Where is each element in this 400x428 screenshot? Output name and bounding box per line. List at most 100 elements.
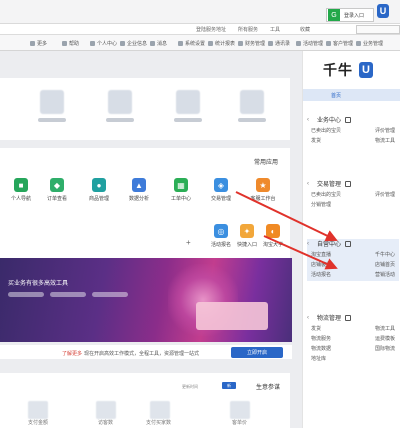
stat-tile[interactable] [240, 90, 264, 114]
sidebar-link[interactable]: 已卖出的宝贝 [311, 127, 353, 134]
apps-panel: 常用应用 ■ 个人导航 ◆ 订单查看 ● 商品管理 ▲ 数据分析 ▦ 工单中心 … [0, 148, 290, 261]
app-personal-nav[interactable]: ■ 个人导航 [2, 178, 40, 202]
login-entry[interactable]: G 登录入口 [326, 8, 374, 22]
sidebar-link[interactable] [353, 355, 395, 362]
sidebar-section-self-operated: ‹ 自营中心 淘宝直播 千牛中心 店铺装修 店铺首页 活动报名 营销活动 [307, 239, 399, 281]
business-panel: 更新时间 新 生意参谋 支付金额 访客数 支付买家数 客单价 [0, 373, 290, 428]
sidebar-link[interactable]: 国际物流 [353, 345, 395, 352]
metric-tile[interactable] [28, 401, 48, 419]
sidebar-section-trade: ‹ 交易管理 已卖出的宝贝 评价管理 分销管理 [307, 179, 399, 208]
stat-tile[interactable] [108, 90, 132, 114]
bookmark-item[interactable]: 通讯录 [268, 40, 290, 47]
sidebar-link[interactable]: 运费模板 [353, 335, 395, 342]
business-panel-title: 生意参谋 [256, 385, 281, 391]
sidebar-link[interactable]: 物流数据 [311, 345, 353, 352]
sidebar-link[interactable]: 物流工具 [353, 137, 395, 144]
bookmark-item[interactable]: 系统设置 [178, 40, 205, 47]
app-label: 个人导航 [10, 196, 31, 202]
bookmark-icon [30, 41, 35, 46]
sidebar-link[interactable]: 淘宝直播 [311, 251, 353, 258]
bookmark-icon [208, 41, 213, 46]
sidebar-link[interactable]: 物流工具 [353, 325, 395, 332]
sidebar-section-header[interactable]: ‹ 业务中心 [307, 115, 399, 124]
toolbar-item-tools[interactable]: 工具 [270, 26, 280, 33]
app-label: 工单中心 [170, 196, 191, 202]
bookmark-item[interactable]: 财务管理 [238, 40, 265, 47]
sidebar-link[interactable]: 店铺装修 [311, 261, 353, 268]
app-goods-manage[interactable]: ● 商品管理 [80, 178, 118, 202]
metric-label: 支付金额 [28, 420, 49, 426]
banner-card [196, 302, 268, 330]
sidebar-section-header[interactable]: ‹ 物流管理 [307, 313, 399, 322]
chevron-icon: ‹ [307, 240, 309, 247]
promo-banner[interactable]: 买业务有很多高效工具 [0, 258, 292, 342]
stat-tile[interactable] [176, 90, 200, 114]
sidebar-link[interactable]: 店铺首页 [353, 261, 395, 268]
sidebar-link[interactable]: 评价管理 [353, 127, 395, 134]
new-badge: 新 [222, 382, 236, 389]
stat-tile[interactable] [40, 90, 64, 114]
qianniu-corner-logo[interactable]: U [377, 4, 389, 18]
metric-label: 访客数 [98, 420, 114, 426]
app-service-desk[interactable]: ★ 客服工作台 [244, 178, 282, 202]
bookmark-item[interactable]: 客户管理 [326, 40, 353, 47]
metric-tile[interactable] [150, 401, 170, 419]
sidebar-link[interactable]: 发货 [311, 325, 353, 332]
bookmark-item[interactable]: 业务管理 [356, 40, 383, 47]
sidebar-link[interactable]: 评价管理 [353, 191, 395, 198]
sidebar-section-logistics: ‹ 物流管理 发货 物流工具 物流服务 运费模板 物流数据 国际物流 地址库 [307, 313, 399, 362]
logo-text: 千牛 [323, 62, 353, 78]
bookmark-item[interactable]: 个人中心 [90, 40, 117, 47]
bookmark-item[interactable]: 帮助 [62, 40, 79, 47]
main-content: 常用应用 ■ 个人导航 ◆ 订单查看 ● 商品管理 ▲ 数据分析 ▦ 工单中心 … [0, 51, 300, 428]
bookmark-item[interactable]: 统计报表 [208, 40, 235, 47]
app-taobao-university[interactable]: ◐ 淘宝大学 [254, 224, 292, 248]
sidebar-link[interactable]: 物流服务 [311, 335, 353, 342]
chevron-icon: ‹ [307, 314, 309, 321]
bookmark-icon [120, 41, 125, 46]
bookmark-item[interactable]: 消息 [150, 40, 167, 47]
app-trade-manage[interactable]: ◈ 交易管理 [202, 178, 240, 202]
learn-more-link[interactable]: 了解更多 [62, 350, 82, 357]
add-app-icon[interactable]: + [186, 238, 191, 247]
chevron-icon: ‹ [307, 180, 309, 187]
address-input[interactable] [356, 25, 400, 34]
app-icon: ▲ [132, 178, 146, 192]
toolbar-item-login-url[interactable]: 登陆服务地址 [196, 26, 226, 33]
toolbar-item-favorites[interactable]: 收藏 [300, 26, 310, 33]
sidebar-link[interactable]: 营销活动 [353, 271, 395, 278]
bookmark-item[interactable]: 更多 [30, 40, 47, 47]
stat-label [38, 118, 66, 122]
stats-panel [0, 78, 290, 140]
sidebar-section-header[interactable]: ‹ 交易管理 [307, 179, 399, 188]
metric-tile[interactable] [96, 401, 116, 419]
sidebar-link[interactable]: 已卖出的宝贝 [311, 191, 353, 198]
section-icon [345, 314, 352, 321]
open-now-button[interactable]: 立即开启 [231, 347, 283, 358]
app-label: 客服工作台 [250, 196, 276, 202]
bookmark-icon [62, 41, 67, 46]
app-ticket-center[interactable]: ▦ 工单中心 [162, 178, 200, 202]
sidebar-link[interactable]: 地址库 [311, 355, 353, 362]
app-icon: ■ [14, 178, 28, 192]
bookmark-icon [90, 41, 95, 46]
chevron-icon: ‹ [307, 116, 309, 123]
sidebar-link[interactable]: 分销管理 [311, 201, 353, 208]
toolbar-item-services[interactable]: 所有服务 [238, 26, 258, 33]
bookmark-item[interactable]: 活动管理 [296, 40, 323, 47]
sidebar-link[interactable]: 活动报名 [311, 271, 353, 278]
app-label: 数据分析 [128, 196, 149, 202]
sidebar-logo[interactable]: 千牛 U [323, 58, 389, 82]
sidebar-link[interactable]: 发货 [311, 137, 353, 144]
metric-tile[interactable] [230, 401, 250, 419]
app-icon: ▦ [174, 178, 188, 192]
metric-label: 客单价 [232, 420, 248, 426]
app-data-analysis[interactable]: ▲ 数据分析 [120, 178, 158, 202]
banner-pill [50, 292, 86, 297]
sidebar-link[interactable]: 千牛中心 [353, 251, 395, 258]
sidebar-section-header[interactable]: ‹ 自营中心 [307, 239, 399, 248]
app-order-view[interactable]: ◆ 订单查看 [38, 178, 76, 202]
sidebar-item-home[interactable]: 首页 [303, 89, 400, 101]
bookmark-item[interactable]: 企业信息 [120, 40, 147, 47]
sidebar-link[interactable] [353, 201, 395, 208]
